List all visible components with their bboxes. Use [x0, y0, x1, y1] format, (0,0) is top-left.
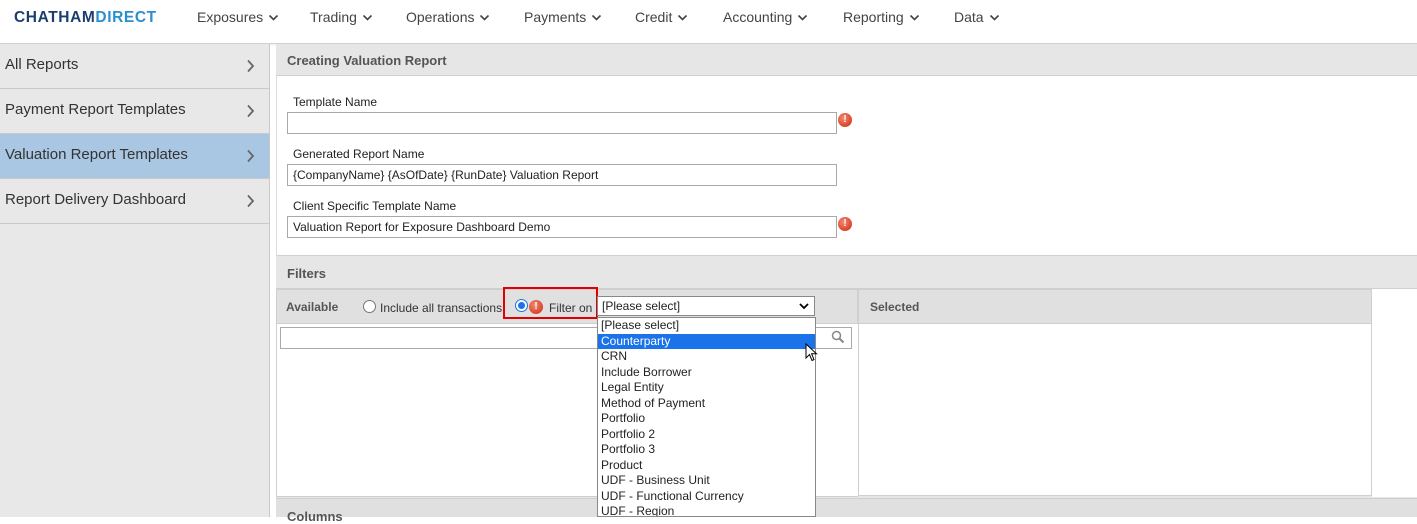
chevron-right-icon — [247, 104, 255, 118]
nav-label: Data — [954, 9, 984, 25]
selected-header: Selected — [858, 289, 1372, 324]
filter-on-select-value: [Please select] — [602, 299, 681, 313]
sidebar-item-label: Valuation Report Templates — [5, 146, 188, 163]
logo-part-1: CHATHAM — [14, 9, 96, 26]
template-name-input[interactable] — [287, 112, 837, 134]
filters-title: Filters — [287, 266, 327, 281]
client-template-name-label: Client Specific Template Name — [293, 199, 457, 213]
mouse-cursor-icon — [805, 343, 818, 362]
nav-accounting[interactable]: Accounting — [723, 9, 808, 25]
nav-label: Credit — [635, 9, 673, 25]
template-name-error-icon: ! — [838, 113, 852, 127]
nav-label: Exposures — [197, 9, 264, 25]
dropdown-option[interactable]: Portfolio 2 — [598, 427, 815, 443]
chevron-down-icon — [799, 303, 809, 310]
dropdown-option[interactable]: UDF - Functional Currency — [598, 489, 815, 505]
right-blank-area — [1372, 289, 1417, 497]
nav-trading[interactable]: Trading — [310, 9, 373, 25]
dropdown-option[interactable]: Portfolio — [598, 411, 815, 427]
dropdown-option[interactable]: CRN — [598, 349, 815, 365]
top-navigation: CHATHAMDIRECT Exposures Trading Operations… — [0, 0, 1417, 44]
client-template-name-error-icon: ! — [838, 217, 852, 231]
chatham-direct-logo[interactable]: CHATHAMDIRECT — [14, 9, 157, 27]
sidebar-item-label: Payment Report Templates — [5, 101, 186, 118]
nav-data[interactable]: Data — [954, 9, 1000, 25]
nav-label: Operations — [406, 9, 475, 25]
chevron-down-icon — [480, 14, 490, 21]
dropdown-option[interactable]: UDF - Business Unit — [598, 473, 815, 489]
dropdown-option[interactable]: Product — [598, 458, 815, 474]
nav-label: Reporting — [843, 9, 904, 25]
filter-on-dropdown-list[interactable]: [Please select] Counterparty CRN Include Bo… — [597, 317, 816, 517]
dropdown-option[interactable]: Portfolio 3 — [598, 442, 815, 458]
sidebar-item-label: All Reports — [5, 56, 79, 73]
dropdown-option[interactable]: Legal Entity — [598, 380, 815, 396]
chevron-down-icon — [678, 14, 688, 21]
sidebar-item-valuation-report-templates[interactable]: Valuation Report Templates — [0, 134, 269, 179]
search-icon[interactable] — [831, 330, 845, 344]
dropdown-option[interactable]: Include Borrower — [598, 365, 815, 381]
filter-on-highlight-box — [503, 287, 598, 319]
nav-label: Payments — [524, 9, 587, 25]
selected-list-area[interactable] — [858, 324, 1372, 496]
chevron-right-icon — [247, 59, 255, 73]
nav-payments[interactable]: Payments — [524, 9, 602, 25]
nav-label: Trading — [310, 9, 357, 25]
chevron-down-icon — [362, 14, 373, 21]
client-template-name-input[interactable] — [287, 216, 837, 238]
dropdown-option[interactable]: Counterparty — [598, 333, 815, 349]
chevron-down-icon — [269, 14, 279, 21]
template-form: Template Name ! Generated Report Name Cl… — [276, 76, 1417, 256]
nav-credit[interactable]: Credit — [635, 9, 688, 25]
sidebar-item-payment-report-templates[interactable]: Payment Report Templates — [0, 89, 269, 134]
filter-on-select[interactable]: [Please select] — [597, 296, 815, 316]
nav-operations[interactable]: Operations — [406, 9, 490, 25]
template-name-label: Template Name — [293, 95, 378, 109]
generated-report-name-input[interactable] — [287, 164, 837, 186]
dropdown-option[interactable]: Method of Payment — [598, 396, 815, 412]
chevron-right-icon — [247, 194, 255, 208]
dropdown-option[interactable]: UDF - Region — [598, 504, 815, 516]
columns-section-header: Columns — [276, 498, 1417, 524]
chevron-down-icon — [798, 14, 808, 21]
sidebar-item-report-delivery-dashboard[interactable]: Report Delivery Dashboard — [0, 179, 269, 224]
generated-report-name-label: Generated Report Name — [293, 147, 425, 161]
logo-part-2: DIRECT — [95, 9, 157, 26]
page-title: Creating Valuation Report — [287, 53, 447, 68]
include-all-radio[interactable] — [363, 300, 376, 313]
sidebar-item-all-reports[interactable]: All Reports — [0, 44, 269, 89]
chevron-right-icon — [247, 149, 255, 163]
chevron-down-icon — [989, 14, 999, 21]
include-all-label: Include all transactions — [380, 301, 503, 315]
chevron-down-icon — [909, 14, 919, 21]
chevron-down-icon — [592, 14, 602, 21]
nav-label: Accounting — [723, 9, 793, 25]
sidebar-item-label: Report Delivery Dashboard — [5, 191, 186, 208]
nav-exposures[interactable]: Exposures — [197, 9, 279, 25]
page-title-bar: Creating Valuation Report — [276, 44, 1417, 76]
selected-label: Selected — [870, 300, 920, 314]
available-label: Available — [286, 300, 339, 314]
dropdown-option[interactable]: [Please select] — [598, 318, 815, 334]
nav-reporting[interactable]: Reporting — [843, 9, 920, 25]
filters-section-header: Filters — [276, 257, 1417, 289]
